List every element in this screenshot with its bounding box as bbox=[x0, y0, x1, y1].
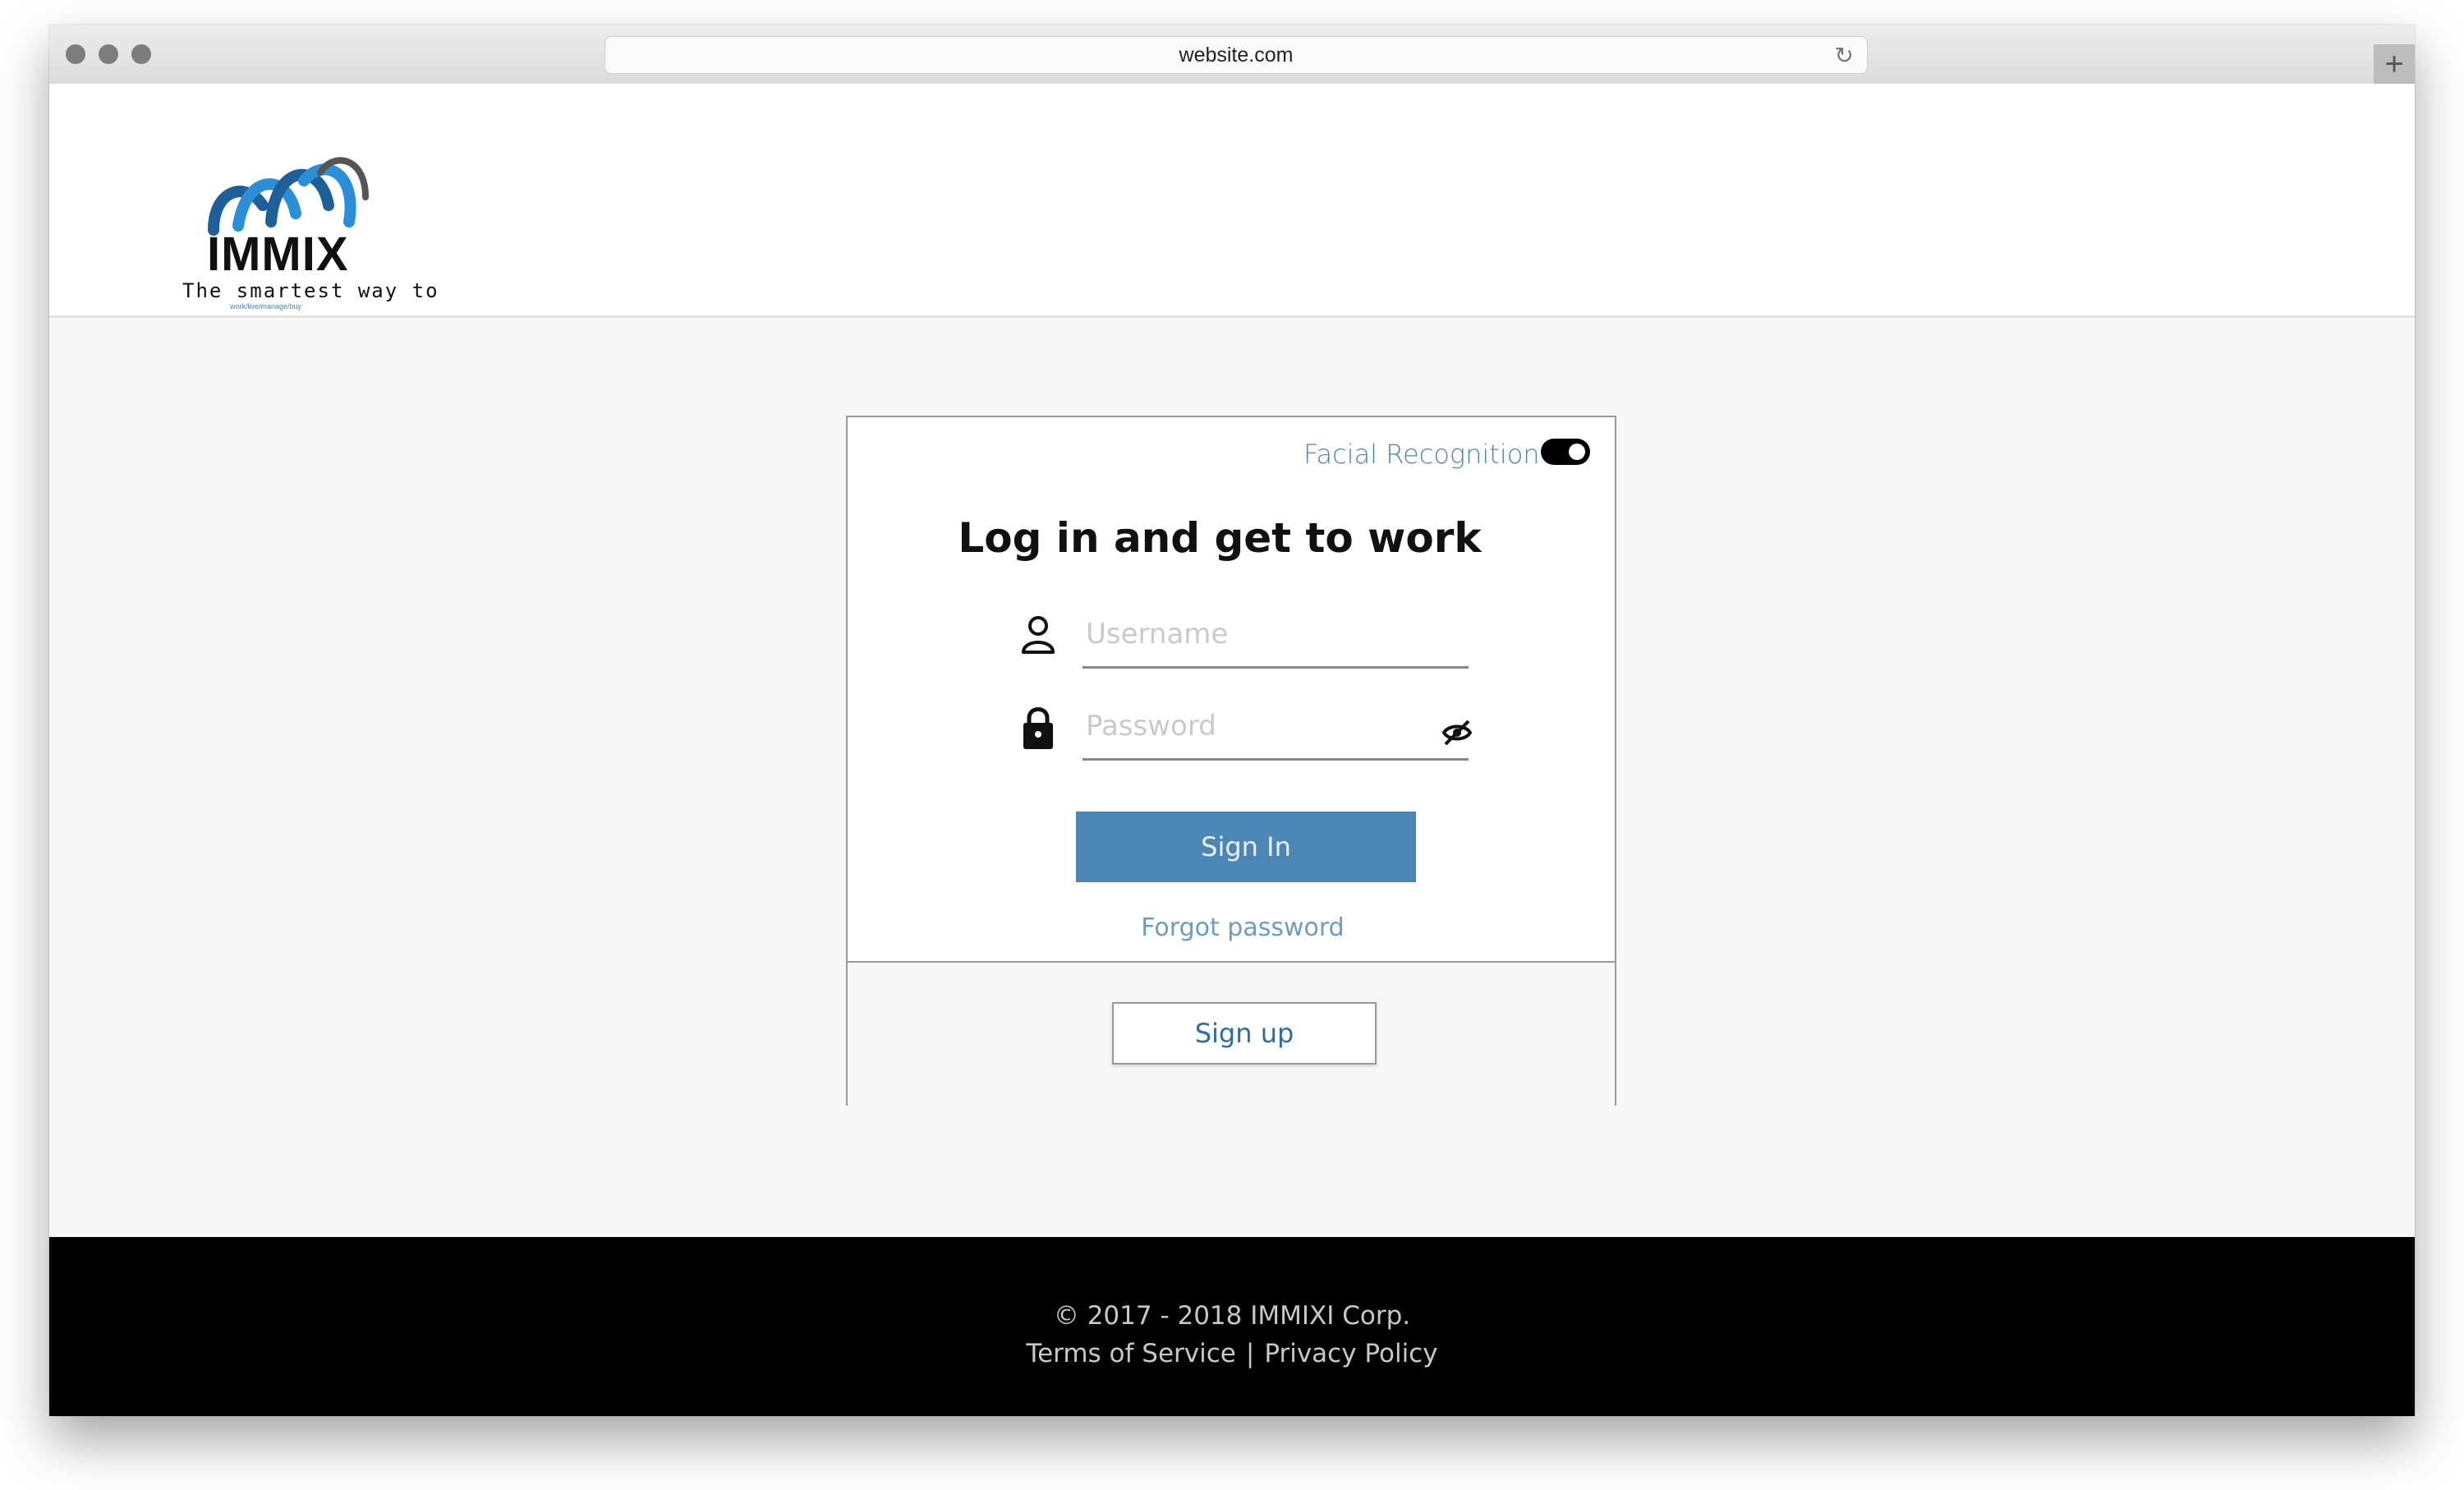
forgot-password-link[interactable]: Forgot password bbox=[1141, 913, 1344, 942]
url-text: website.com bbox=[1179, 43, 1294, 67]
username-field bbox=[1017, 611, 1470, 669]
site-header: IMMIX The smartest way to work/live/mana… bbox=[49, 84, 2415, 318]
footer-separator: | bbox=[1245, 1339, 1255, 1368]
terms-of-service-link[interactable]: Terms of Service bbox=[1026, 1339, 1235, 1368]
logo-tagline: The smartest way to bbox=[182, 279, 439, 302]
browser-window: website.com ↻ + IMMIX The smartest way t… bbox=[49, 25, 2415, 1416]
password-input[interactable] bbox=[1083, 703, 1431, 749]
sign-in-button[interactable]: Sign In bbox=[1076, 812, 1416, 882]
minimize-window-button[interactable] bbox=[99, 44, 118, 64]
toggle-knob bbox=[1569, 444, 1585, 460]
password-underline bbox=[1083, 758, 1469, 761]
footer-links: Terms of Service | Privacy Policy bbox=[49, 1339, 2415, 1368]
logo-sub-tagline: work/live/manage/buy bbox=[230, 302, 302, 310]
user-icon bbox=[1022, 616, 1055, 654]
login-title: Log in and get to work bbox=[848, 514, 1615, 562]
logo-waves-icon bbox=[208, 157, 369, 236]
username-underline bbox=[1083, 666, 1469, 669]
facial-recognition-label: Facial Recognition bbox=[1303, 439, 1540, 470]
logo-wordmark: IMMIX bbox=[207, 228, 349, 281]
copyright-text: © 2017 - 2018 IMMIXI Corp. bbox=[1053, 1301, 1411, 1331]
maximize-window-button[interactable] bbox=[131, 44, 151, 64]
login-title-text: Log in and get to work bbox=[958, 514, 1482, 562]
lock-icon bbox=[1023, 707, 1053, 749]
browser-titlebar: website.com ↻ + bbox=[49, 25, 2415, 85]
forgot-password-row: Forgot password bbox=[848, 913, 1615, 942]
new-tab-button[interactable]: + bbox=[2374, 44, 2415, 84]
eye-off-icon[interactable] bbox=[1441, 716, 1473, 749]
immix-logo[interactable]: IMMIX The smartest way to work/live/mana… bbox=[181, 148, 438, 312]
site-footer: © 2017 - 2018 IMMIXI Corp. Terms of Serv… bbox=[49, 1237, 2415, 1416]
privacy-policy-link[interactable]: Privacy Policy bbox=[1264, 1339, 1437, 1368]
facial-recognition-toggle[interactable] bbox=[1541, 439, 1590, 465]
login-card: Facial Recognition Log in and get to wor… bbox=[846, 416, 1616, 1106]
username-input[interactable] bbox=[1083, 611, 1431, 657]
address-bar[interactable]: website.com ↻ bbox=[605, 36, 1868, 74]
reload-icon[interactable]: ↻ bbox=[1835, 42, 1854, 69]
sign-up-button[interactable]: Sign up bbox=[1112, 1002, 1377, 1065]
password-field bbox=[1017, 703, 1473, 761]
close-window-button[interactable] bbox=[66, 44, 85, 64]
signup-section: Sign up bbox=[848, 961, 1615, 1106]
